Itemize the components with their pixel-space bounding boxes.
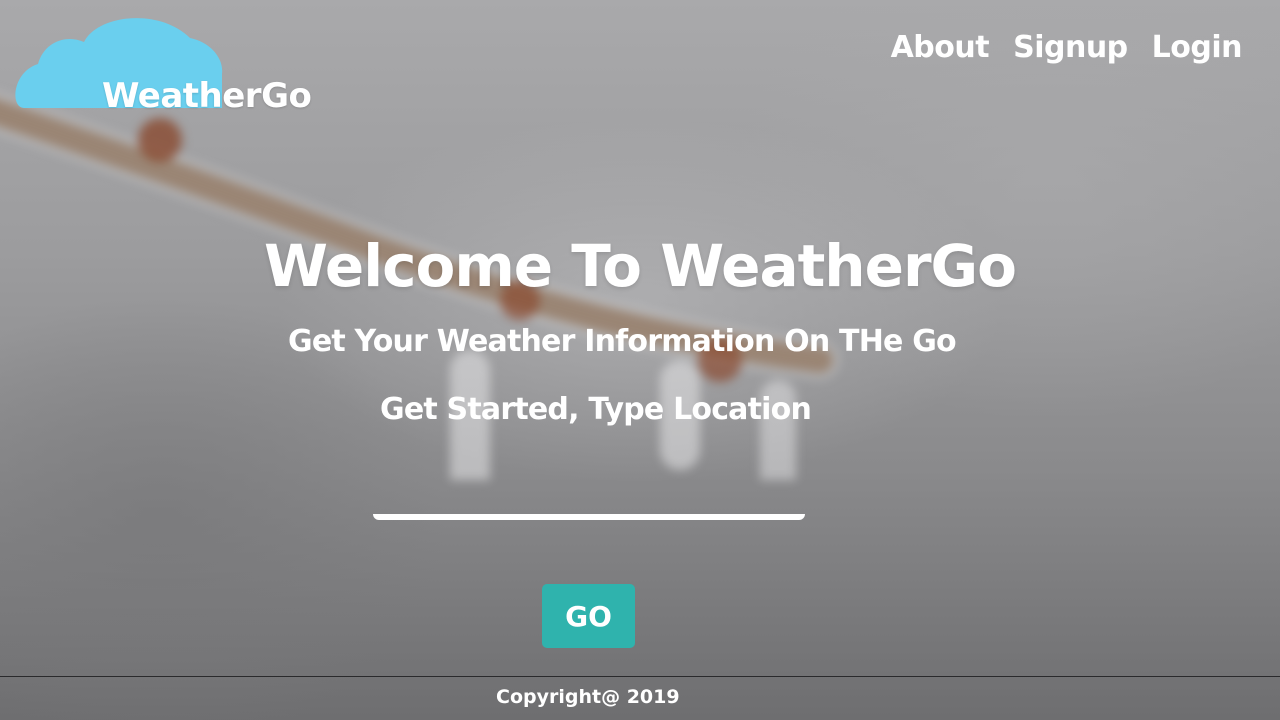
nav-login-link[interactable]: Login <box>1152 30 1243 65</box>
copyright-text: Copyright@ 2019 <box>496 686 680 708</box>
hero-subtitle: Get Your Weather Information On THe Go <box>288 324 957 359</box>
search-prompt: Get Started, Type Location <box>380 392 812 427</box>
top-nav: About Signup Login <box>891 30 1243 65</box>
nav-about-link[interactable]: About <box>891 30 990 65</box>
nav-signup-link[interactable]: Signup <box>1013 30 1128 65</box>
footer-divider <box>0 676 1280 677</box>
logo[interactable]: WeatherGo <box>14 12 312 116</box>
hero-title: Welcome To WeatherGo <box>263 232 1017 300</box>
brand-name: WeatherGo <box>102 76 312 116</box>
go-button[interactable]: GO <box>542 584 635 648</box>
location-input[interactable] <box>373 478 805 520</box>
